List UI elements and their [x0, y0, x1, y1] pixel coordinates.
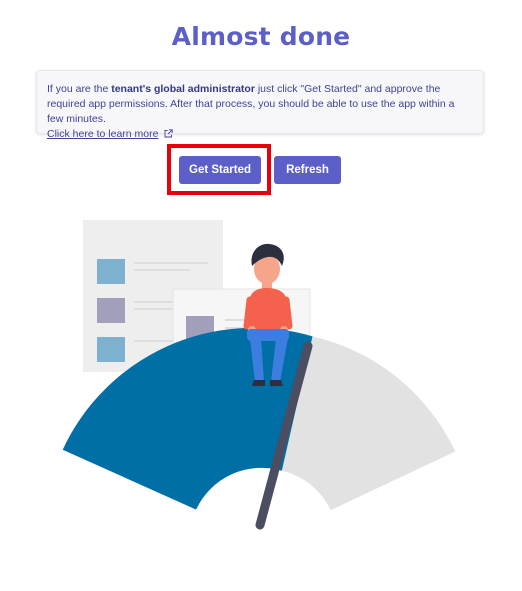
person-torso: [250, 288, 286, 334]
person-shoe-right: [270, 380, 283, 386]
person-arm-left: [243, 296, 254, 330]
doc-square-1: [97, 259, 125, 284]
external-link-icon[interactable]: [164, 128, 174, 143]
doc-square-2: [97, 298, 125, 323]
learn-more-link[interactable]: Click here to learn more: [47, 128, 158, 140]
info-card: If you are the tenant's global administr…: [36, 70, 484, 140]
person-arm-right: [282, 296, 293, 330]
info-text-before: If you are the: [47, 83, 112, 95]
page-title: Almost done: [171, 22, 351, 51]
refresh-button[interactable]: Refresh: [274, 156, 341, 184]
doc-square-3: [97, 337, 125, 362]
speedometer-illustration: [62, 220, 456, 530]
get-started-button[interactable]: Get Started: [179, 156, 261, 184]
info-bold-text: tenant's global administrator: [111, 83, 255, 95]
person-shoe-left: [252, 380, 265, 386]
